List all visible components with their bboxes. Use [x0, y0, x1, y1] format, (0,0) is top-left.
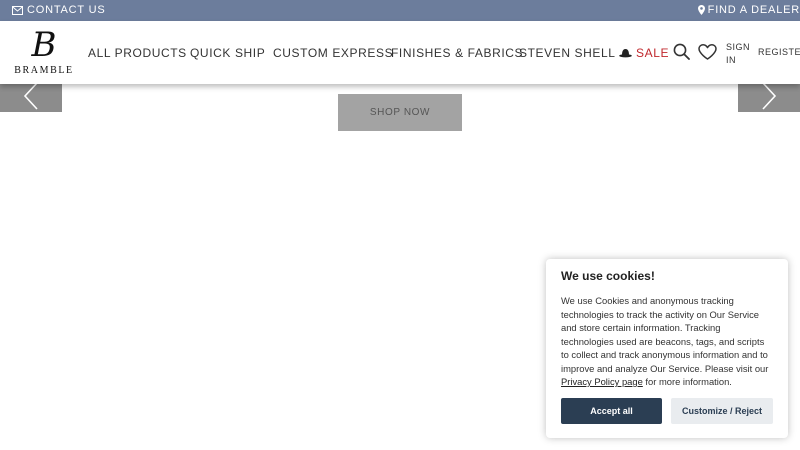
find-a-dealer-label: FIND A DEALER [707, 4, 800, 16]
heart-icon[interactable] [698, 44, 717, 65]
top-utility-bar: CONTACT US FIND A DEALER [0, 0, 800, 21]
customize-reject-button[interactable]: Customize / Reject [671, 398, 773, 424]
nav-sale[interactable]: SALE [636, 46, 669, 60]
cookie-body: We use Cookies and anonymous tracking te… [561, 294, 773, 389]
cookie-title: We use cookies! [561, 269, 655, 283]
cookie-consent-dialog: We use cookies! We use Cookies and anony… [546, 259, 788, 438]
main-header: B BRAMBLE ALL PRODUCTS QUICK SHIP CUSTOM… [0, 21, 800, 84]
nav-custom-express[interactable]: CUSTOM EXPRESS [273, 46, 393, 60]
nav-all-products[interactable]: ALL PRODUCTS [88, 46, 187, 60]
accept-all-button[interactable]: Accept all [561, 398, 662, 424]
logo-wordmark: BRAMBLE [14, 65, 74, 76]
search-icon[interactable] [673, 43, 690, 65]
bramble-logo[interactable]: B BRAMBLE [14, 27, 74, 79]
nav-steven-shell[interactable]: STEVEN SHELL [519, 46, 632, 61]
logo-monogram: B [31, 25, 57, 65]
nav-steven-shell-label: STEVEN SHELL [519, 46, 616, 60]
nav-quick-ship[interactable]: QUICK SHIP [190, 46, 265, 60]
cookie-actions: Accept all Customize / Reject [561, 398, 773, 424]
bowler-hat-icon [618, 47, 632, 61]
contact-us-label: CONTACT US [27, 4, 106, 16]
slider-prev-button[interactable] [0, 82, 62, 112]
slider-next-button[interactable] [738, 82, 800, 112]
register-link[interactable]: REGISTER [758, 47, 800, 57]
contact-us-link[interactable]: CONTACT US [12, 4, 106, 16]
shop-now-button[interactable]: SHOP NOW [338, 94, 462, 131]
find-a-dealer-link[interactable]: FIND A DEALER [697, 4, 800, 16]
privacy-policy-link[interactable]: Privacy Policy page [561, 376, 643, 387]
cookie-body-text: We use Cookies and anonymous tracking te… [561, 295, 769, 374]
map-pin-icon [697, 5, 705, 15]
envelope-icon [12, 5, 23, 15]
sign-in-link[interactable]: SIGN IN [726, 41, 750, 67]
cookie-body-text-end: for more information. [642, 376, 732, 387]
nav-finishes-fabrics[interactable]: FINISHES & FABRICS [391, 46, 523, 60]
